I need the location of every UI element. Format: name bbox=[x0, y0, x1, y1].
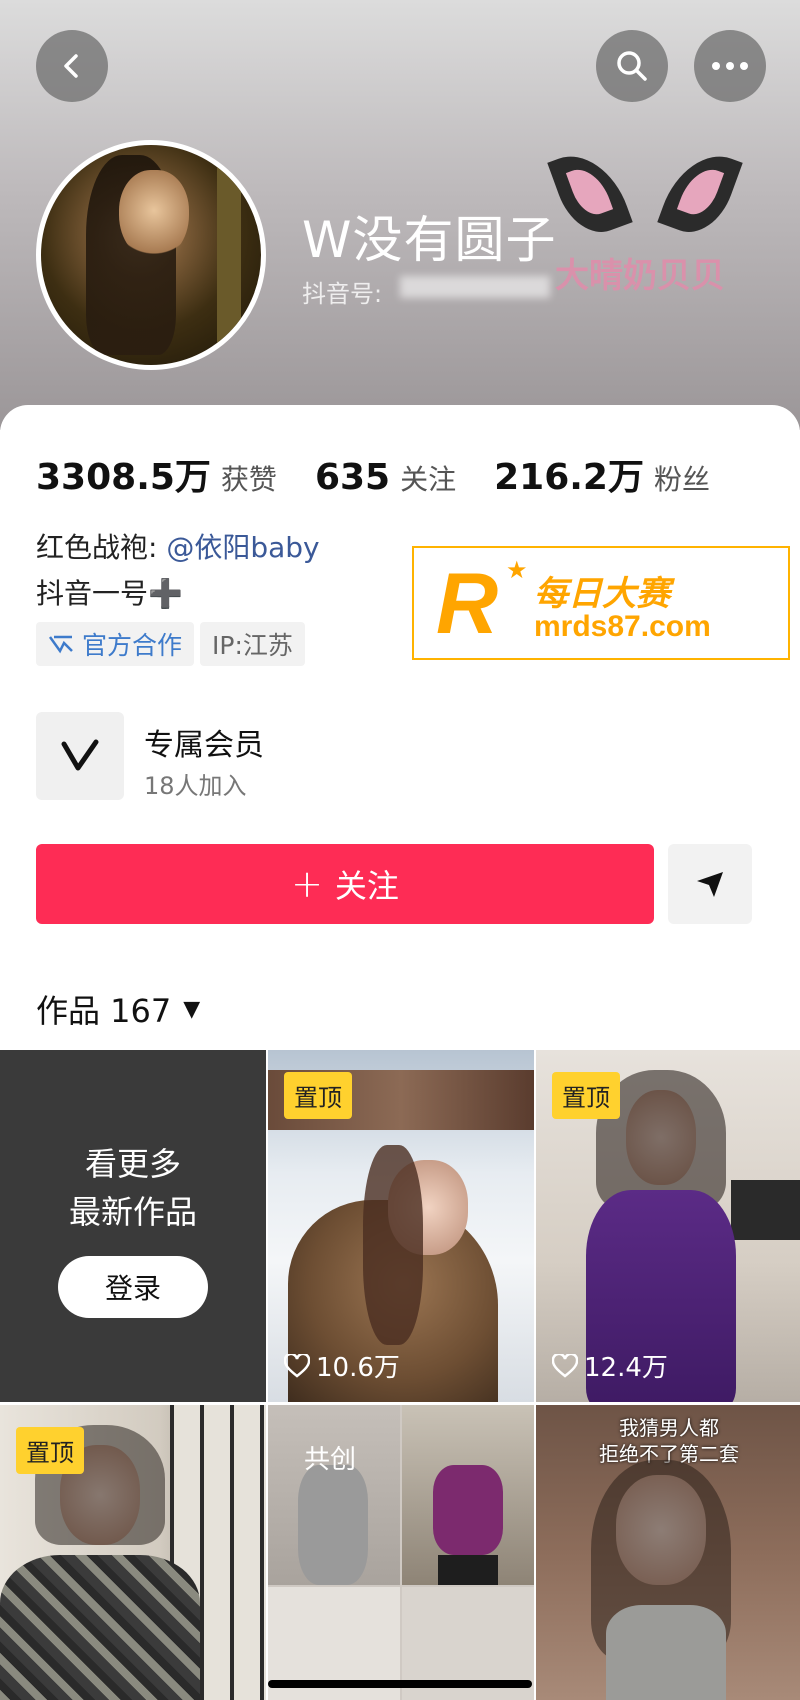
membership-icon-box[interactable] bbox=[36, 712, 124, 800]
share-send-icon bbox=[697, 872, 723, 897]
cat-ear-sticker bbox=[547, 142, 633, 243]
follow-button[interactable]: + 关注 bbox=[36, 844, 654, 924]
likes-count: 3308.5万 bbox=[36, 457, 211, 498]
following-label[interactable]: 关注 bbox=[400, 458, 456, 498]
caption-line-1: 我猜男人都 bbox=[619, 1416, 719, 1440]
share-button[interactable] bbox=[668, 844, 752, 924]
membership-title[interactable]: 专属会员 bbox=[144, 720, 264, 764]
stats-row: 3308.5万 获赞 635 关注 216.2万 粉丝 bbox=[36, 448, 748, 500]
bio-mention-link[interactable]: @依阳baby bbox=[166, 531, 319, 564]
follow-label: 关注 bbox=[334, 867, 399, 905]
heart-icon bbox=[552, 1353, 578, 1378]
douyin-id-redacted bbox=[400, 276, 550, 298]
like-count: 10.6万 bbox=[284, 1347, 400, 1384]
cat-ear-sticker bbox=[657, 142, 743, 243]
bio-line-1: 红色战袍: @依阳baby bbox=[36, 526, 320, 566]
search-button[interactable] bbox=[596, 30, 668, 102]
ad-star-icon: ★ bbox=[506, 556, 528, 584]
profile-header: W没有圆子 抖音号: 大晴奶贝贝 bbox=[0, 0, 800, 430]
like-count: 12.4万 bbox=[552, 1347, 668, 1384]
douyin-id-label: 抖音号: bbox=[302, 280, 383, 308]
ad-title: 每日大赛 bbox=[534, 574, 670, 614]
co-creation-badge: 共创 bbox=[304, 1445, 357, 1475]
followers-count[interactable]: 216.2万 bbox=[494, 448, 644, 500]
official-partner-tag[interactable]: 官方合作 bbox=[36, 622, 195, 666]
membership-subtitle: 18人加入 bbox=[144, 772, 247, 800]
login-prompt-cell: 看更多 最新作品 登录 bbox=[0, 1050, 266, 1402]
back-button[interactable] bbox=[36, 30, 108, 102]
pinned-badge: 置顶 bbox=[552, 1072, 620, 1119]
membership-v-icon bbox=[61, 739, 99, 771]
ip-location-tag: IP:江苏 bbox=[200, 622, 305, 666]
dropdown-caret-icon: ▼ bbox=[183, 996, 201, 1022]
pinned-badge: 置顶 bbox=[16, 1427, 84, 1474]
like-count-value: 10.6万 bbox=[316, 1353, 400, 1383]
search-icon bbox=[617, 51, 647, 81]
works-tab[interactable]: 作品 167 ▼ bbox=[36, 986, 200, 1032]
official-partner-label: 官方合作 bbox=[82, 631, 183, 660]
bio-line-2: 抖音一号➕ bbox=[36, 577, 183, 610]
followers-label[interactable]: 粉丝 bbox=[654, 458, 710, 498]
more-icon bbox=[712, 62, 748, 70]
more-button[interactable] bbox=[694, 30, 766, 102]
official-partner-icon bbox=[48, 635, 73, 654]
back-icon bbox=[64, 54, 78, 78]
video-thumbnail[interactable]: 置顶 bbox=[0, 1405, 266, 1700]
prompt-line-1: 看更多 bbox=[84, 1145, 181, 1183]
video-thumbnail[interactable]: 置顶 10.6万 bbox=[268, 1050, 534, 1402]
like-count-value: 12.4万 bbox=[584, 1353, 668, 1383]
avatar[interactable] bbox=[36, 140, 266, 370]
following-count[interactable]: 635 bbox=[315, 457, 390, 498]
login-button[interactable]: 登录 bbox=[58, 1256, 208, 1318]
prompt-line-2: 最新作品 bbox=[68, 1193, 197, 1231]
plus-icon: + bbox=[291, 862, 323, 906]
login-prompt-text: 看更多 最新作品 bbox=[0, 1140, 266, 1236]
heart-icon bbox=[284, 1353, 310, 1378]
home-indicator bbox=[268, 1680, 532, 1688]
likes-label: 获赞 bbox=[220, 463, 277, 496]
ad-url: mrds87.com bbox=[534, 610, 711, 643]
works-label: 作品 167 bbox=[36, 992, 172, 1030]
video-thumbnail[interactable]: 置顶 12.4万 bbox=[536, 1050, 800, 1402]
overlay-watermark-text: 大晴奶贝贝 bbox=[555, 256, 725, 296]
ad-logo-letter: R bbox=[436, 556, 499, 652]
nickname: W没有圆子 bbox=[302, 211, 557, 269]
watermark-ad-banner: R ★ 每日大赛 mrds87.com bbox=[412, 546, 790, 660]
video-thumbnail[interactable]: 我猜男人都 拒绝不了第二套 bbox=[536, 1405, 800, 1700]
bio-prefix: 红色战袍: bbox=[36, 531, 158, 564]
pinned-badge: 置顶 bbox=[284, 1072, 352, 1119]
video-thumbnail[interactable]: 共创 bbox=[268, 1405, 534, 1700]
